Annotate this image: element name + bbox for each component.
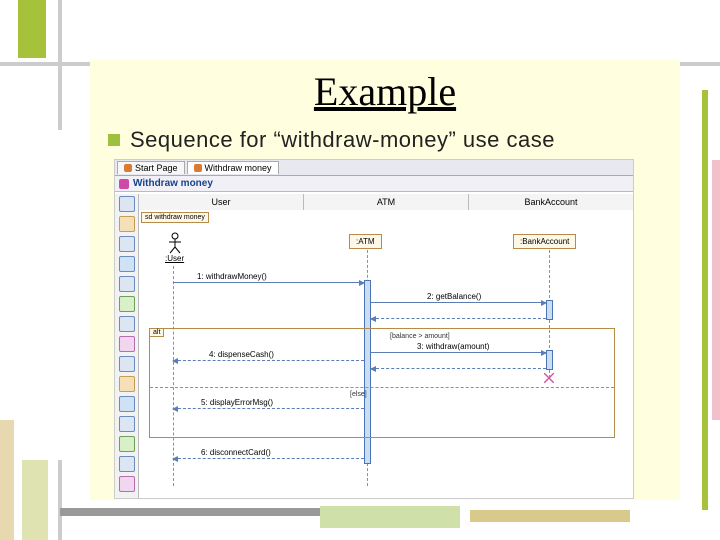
msg-5-arrow[interactable] bbox=[173, 408, 364, 409]
palette-tool[interactable] bbox=[119, 376, 135, 392]
bullet-icon bbox=[108, 134, 120, 146]
tab-icon bbox=[124, 164, 132, 172]
tab-label: Start Page bbox=[135, 163, 178, 173]
object-label: :ATM bbox=[356, 237, 375, 246]
destroy-icon bbox=[544, 373, 554, 383]
slide-title: Example bbox=[108, 68, 662, 115]
tab-label: Withdraw money bbox=[205, 163, 272, 173]
palette-tool[interactable] bbox=[119, 316, 135, 332]
col-user: User bbox=[139, 194, 304, 210]
alt-divider bbox=[150, 387, 614, 388]
object-bankaccount[interactable]: :BankAccount bbox=[513, 234, 576, 249]
msg-4-label: 4: dispenseCash() bbox=[209, 350, 274, 359]
msg-6-arrow[interactable] bbox=[173, 458, 364, 459]
msg-3-arrow[interactable] bbox=[371, 352, 546, 353]
uml-tool-screenshot: Start Page Withdraw money Withdraw money bbox=[114, 159, 634, 499]
diagram-icon bbox=[119, 179, 129, 189]
palette-tool[interactable] bbox=[119, 216, 135, 232]
tab-icon bbox=[194, 164, 202, 172]
diagram-name: Withdraw money bbox=[133, 178, 213, 189]
msg-2-label: 2: getBalance() bbox=[427, 292, 481, 301]
msg-2-return[interactable] bbox=[371, 318, 546, 319]
msg-1-label: 1: withdrawMoney() bbox=[197, 272, 267, 281]
palette-tool[interactable] bbox=[119, 396, 135, 412]
person-icon bbox=[167, 232, 183, 254]
col-atm: ATM bbox=[304, 194, 469, 210]
msg-5-label: 5: displayErrorMsg() bbox=[201, 398, 273, 407]
palette-tool[interactable] bbox=[119, 256, 135, 272]
actor-user[interactable]: :User bbox=[165, 232, 184, 263]
object-atm[interactable]: :ATM bbox=[349, 234, 382, 249]
alt-guard-else: [else] bbox=[350, 391, 367, 398]
msg-3-return[interactable] bbox=[371, 368, 546, 369]
alt-fragment[interactable]: alt [balance > amount] [else] bbox=[149, 328, 615, 438]
palette-tool[interactable] bbox=[119, 236, 135, 252]
alt-operator-label: alt bbox=[149, 328, 164, 337]
object-label: :BankAccount bbox=[520, 237, 569, 246]
tab-withdraw-money[interactable]: Withdraw money bbox=[187, 161, 279, 174]
palette-tool[interactable] bbox=[119, 356, 135, 372]
alt-guard-true: [balance > amount] bbox=[390, 333, 450, 340]
diagram-canvas[interactable]: User ATM BankAccount sd withdraw money :… bbox=[139, 194, 633, 498]
palette-tool[interactable] bbox=[119, 436, 135, 452]
activation-bank-1 bbox=[546, 300, 553, 320]
msg-3-label: 3: withdraw(amount) bbox=[417, 342, 489, 351]
col-bankaccount: BankAccount bbox=[469, 194, 633, 210]
msg-6-label: 6: disconnectCard() bbox=[201, 448, 271, 457]
sequence-diagram: sd withdraw money :User :ATM bbox=[139, 210, 633, 498]
sd-frame-label: sd withdraw money bbox=[141, 212, 209, 223]
bullet-text: Sequence for “withdraw-money” use case bbox=[130, 127, 555, 153]
palette-tool[interactable] bbox=[119, 456, 135, 472]
bullet-row: Sequence for “withdraw-money” use case bbox=[108, 127, 662, 153]
diagram-subheader: Withdraw money bbox=[115, 176, 633, 192]
editor-tabs: Start Page Withdraw money bbox=[115, 160, 633, 176]
swimlane-headers: User ATM BankAccount bbox=[139, 194, 633, 210]
palette-tool[interactable] bbox=[119, 296, 135, 312]
palette-tool[interactable] bbox=[119, 416, 135, 432]
palette-tool[interactable] bbox=[119, 476, 135, 492]
msg-4-arrow[interactable] bbox=[173, 360, 364, 361]
tool-palette bbox=[115, 194, 139, 498]
msg-1-arrow[interactable] bbox=[173, 282, 364, 283]
msg-2-arrow[interactable] bbox=[371, 302, 546, 303]
palette-tool[interactable] bbox=[119, 336, 135, 352]
slide-body: Example Sequence for “withdraw-money” us… bbox=[90, 60, 680, 500]
palette-tool[interactable] bbox=[119, 276, 135, 292]
tab-start-page[interactable]: Start Page bbox=[117, 161, 185, 174]
palette-tool[interactable] bbox=[119, 196, 135, 212]
actor-label: :User bbox=[165, 254, 184, 263]
